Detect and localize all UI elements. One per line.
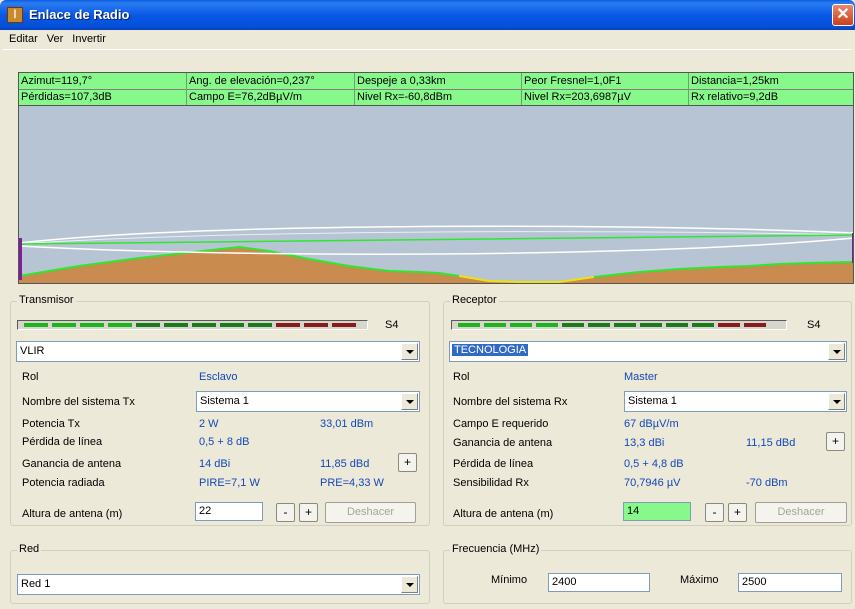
tx-sistema-label: Nombre del sistema Tx	[22, 396, 135, 408]
rx-system-combo[interactable]: TECNOLOGIA	[449, 341, 847, 362]
receptor-group: Receptor	[443, 294, 852, 526]
link-info-bar: Azimut=119,7° Ang. de elevación=0,237° D…	[18, 72, 854, 106]
frecuencia-max-input[interactable]: 2500	[738, 573, 842, 592]
info-nivel-rx-uv: Nivel Rx=203,6987µV	[522, 89, 688, 104]
profile-graphic	[19, 225, 853, 283]
transmisor-group: Transmisor	[10, 294, 430, 526]
tx-altura-input[interactable]: 22	[195, 502, 263, 521]
menu-bar: Editar Ver Invertir	[3, 30, 852, 50]
line-of-sight	[19, 234, 853, 245]
window-title: Enlace de Radio	[29, 7, 130, 22]
tx-antenna	[19, 238, 22, 280]
rx-perdida-value: 0,5 + 4,8 dB	[624, 458, 684, 470]
info-perdidas: Pérdidas=107,3dB	[19, 89, 186, 104]
tx-altura-plus-button[interactable]: +	[299, 503, 318, 522]
rx-sens-uv: 70,7946 µV	[624, 477, 681, 489]
tx-system-combo[interactable]: VLIR	[16, 341, 420, 362]
red-combo[interactable]: Red 1	[17, 574, 420, 595]
info-rx-relativo: Rx relativo=9,2dB	[689, 89, 853, 104]
tx-potencia-dbm: 33,01 dBm	[320, 418, 374, 430]
chevron-down-icon[interactable]	[401, 343, 418, 360]
tx-altura-label: Altura de antena (m)	[22, 508, 123, 520]
rx-ganancia-label: Ganancia de antena	[453, 437, 553, 449]
tx-signal-meter	[17, 320, 368, 330]
close-button[interactable]: ✕	[832, 4, 854, 26]
app-icon: ꟾ	[7, 7, 23, 23]
info-azimut: Azimut=119,7°	[21, 75, 93, 87]
tx-ganancia-label: Ganancia de antena	[22, 458, 122, 470]
menu-editar[interactable]: Editar	[3, 30, 41, 45]
red-group-label: Red	[17, 543, 42, 555]
terrain-profile[interactable]	[18, 106, 854, 284]
rx-deshacer-button[interactable]: Deshacer	[755, 502, 847, 523]
info-distancia: Distancia=1,25km	[691, 75, 779, 87]
rx-perdida-label: Pérdida de línea	[453, 458, 534, 470]
rx-signal-meter	[451, 320, 787, 330]
frecuencia-max-label: Máximo	[680, 574, 719, 586]
rx-altura-label: Altura de antena (m)	[453, 508, 554, 520]
info-elevacion: Ang. de elevación=0,237°	[189, 75, 315, 87]
rx-system-value: TECNOLOGIA	[452, 344, 529, 356]
rx-altura-minus-button[interactable]: -	[705, 503, 724, 522]
menu-invertir[interactable]: Invertir	[66, 30, 109, 45]
rx-altura-input[interactable]: 14	[623, 502, 691, 521]
receptor-group-label: Receptor	[450, 294, 499, 306]
rx-antenna	[852, 233, 853, 263]
frecuencia-min-input[interactable]: 2400	[548, 573, 650, 592]
chevron-down-icon[interactable]	[828, 343, 845, 360]
rx-campo-value: 67 dBµV/m	[624, 418, 679, 430]
rx-rol-value: Master	[624, 371, 658, 383]
fresnel-lower	[19, 237, 853, 255]
tx-perdida-label: Pérdida de línea	[22, 436, 103, 448]
rx-ganancia-dbi: 13,3 dBi	[624, 437, 665, 449]
info-campo-e: Campo E=76,2dBµV/m	[187, 89, 354, 104]
tx-altura-minus-button[interactable]: -	[276, 503, 295, 522]
frecuencia-group-label: Frecuencia (MHz)	[450, 543, 542, 555]
rx-sistema-combo[interactable]: Sistema 1	[624, 391, 847, 412]
chevron-down-icon[interactable]	[401, 393, 418, 410]
rx-sens-label: Sensibilidad Rx	[453, 477, 529, 489]
tx-potencia-label: Potencia Tx	[22, 418, 80, 430]
rx-altura-plus-button[interactable]: +	[728, 503, 747, 522]
rx-ganancia-dbd: 11,15 dBd	[746, 437, 796, 449]
rx-rol-label: Rol	[453, 371, 470, 383]
fresnel-upper	[19, 225, 853, 244]
title-bar: ꟾ Enlace de Radio ✕	[0, 0, 855, 30]
tx-ganancia-dbd: 11,85 dBd	[320, 458, 370, 470]
chevron-down-icon[interactable]	[828, 393, 845, 410]
rx-signal-label: S4	[807, 319, 821, 331]
tx-potencia-w: 2 W	[199, 418, 219, 430]
tx-perdida-value: 0,5 + 8 dB	[199, 436, 250, 448]
tx-ganancia-plus-button[interactable]: +	[398, 453, 417, 472]
transmisor-group-label: Transmisor	[17, 294, 76, 306]
tx-pre: PRE=4,33 W	[320, 477, 384, 489]
rx-campo-label: Campo E requerido	[453, 418, 549, 430]
info-despeje: Despeje a 0,33km	[357, 75, 446, 87]
rx-sistema-label: Nombre del sistema Rx	[453, 396, 568, 408]
tx-rol-value: Esclavo	[199, 371, 238, 383]
red-value: Red 1	[21, 578, 51, 590]
tx-pire: PIRE=7,1 W	[199, 477, 260, 489]
tx-signal-label: S4	[385, 319, 399, 331]
chevron-down-icon[interactable]	[401, 576, 418, 593]
rx-sens-dbm: -70 dBm	[746, 477, 788, 489]
frecuencia-min-label: Mínimo	[491, 574, 528, 586]
tx-sistema-value: Sistema 1	[200, 395, 249, 407]
tx-ganancia-dbi: 14 dBi	[199, 458, 231, 470]
terrain-shape	[19, 247, 853, 283]
info-nivel-rx-dbm: Nivel Rx=-60,8dBm	[355, 89, 521, 104]
tx-rol-label: Rol	[22, 371, 39, 383]
rx-ganancia-plus-button[interactable]: +	[826, 432, 845, 451]
menu-ver[interactable]: Ver	[41, 30, 67, 45]
info-fresnel: Peor Fresnel=1,0F1	[524, 75, 622, 87]
tx-sistema-combo[interactable]: Sistema 1	[196, 391, 420, 412]
tx-radiada-label: Potencia radiada	[22, 477, 105, 489]
rx-sistema-value: Sistema 1	[628, 395, 677, 407]
tx-system-value: VLIR	[20, 345, 45, 357]
tx-deshacer-button[interactable]: Deshacer	[325, 502, 416, 523]
